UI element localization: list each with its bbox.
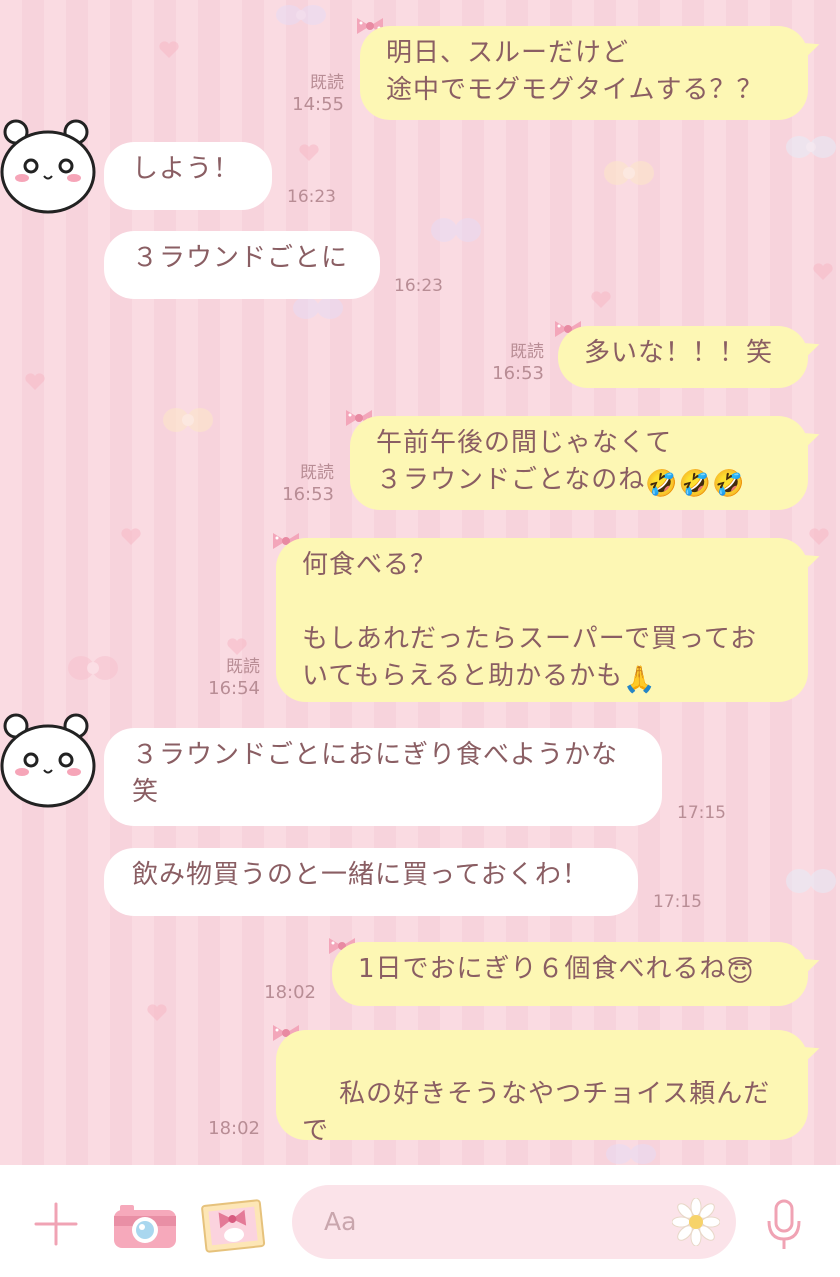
- message-text: 多いな！！！笑: [584, 338, 774, 368]
- bow-decoration-icon: [604, 161, 654, 185]
- incoming-message-bubble[interactable]: ３ラウンドごとにおにぎり食べようかな 笑: [104, 728, 662, 826]
- message-meta: 既読 16:53: [252, 463, 334, 505]
- message-text: 何食べる？ もしあれだったらスーパーで買ってお いてもらえると助かるかも: [302, 550, 758, 691]
- bow-decoration-icon: [786, 136, 836, 158]
- bow-decoration-icon: [786, 869, 836, 893]
- read-receipt: 既読: [310, 73, 344, 93]
- heart-decoration-icon: [121, 528, 141, 545]
- heart-decoration-icon: [159, 41, 179, 58]
- timestamp: 16:23: [287, 187, 336, 207]
- message-text: 午前午後の間じゃなくて ３ラウンドごとなのね: [376, 428, 673, 495]
- message-input-bar: Aa: [0, 1165, 840, 1277]
- photo-icon[interactable]: [200, 1197, 266, 1253]
- incoming-message-bubble[interactable]: ３ラウンドごとに: [104, 231, 380, 299]
- outgoing-message-bubble[interactable]: 午前午後の間じゃなくて ３ラウンドごとなのね🤣🤣🤣: [350, 416, 808, 510]
- message-input[interactable]: Aa: [292, 1185, 736, 1259]
- message-text: ３ラウンドごとにおにぎり食べようかな 笑: [132, 740, 619, 807]
- bear-avatar-icon[interactable]: [0, 712, 96, 808]
- outgoing-message-bubble[interactable]: 多いな！！！笑: [558, 326, 808, 388]
- incoming-message-bubble[interactable]: しよう！: [104, 142, 272, 210]
- message-text: 1日でおにぎり６個食べれるね: [358, 954, 727, 984]
- heart-decoration-icon: [25, 373, 45, 390]
- outgoing-message-bubble[interactable]: 私の好きそうなやつチョイス頼んだで: [276, 1030, 808, 1146]
- bear-avatar-icon[interactable]: [0, 118, 96, 214]
- timestamp: 16:53: [282, 484, 334, 505]
- camera-icon[interactable]: [112, 1202, 178, 1250]
- message-text: しよう！: [132, 154, 241, 184]
- bow-decoration-icon: [431, 218, 481, 242]
- daisy-sticker-icon[interactable]: [672, 1198, 720, 1246]
- plus-icon[interactable]: [32, 1200, 80, 1248]
- smiling-halo-emoji: 😇: [726, 958, 755, 988]
- outgoing-message-bubble[interactable]: 明日、スルーだけど 途中でモグモグタイムする？？: [360, 26, 808, 120]
- outgoing-message-bubble[interactable]: 何食べる？ もしあれだったらスーパーで買ってお いてもらえると助かるかも🙏: [276, 538, 808, 702]
- incoming-message-bubble[interactable]: 飲み物買うのと一緒に買っておくわ！: [104, 848, 638, 916]
- timestamp: 16:54: [208, 678, 260, 699]
- bow-decoration-icon: [276, 5, 326, 25]
- heart-decoration-icon: [591, 291, 611, 308]
- message-text: 私の好きそうなやつチョイス頼んだで: [302, 1079, 771, 1146]
- message-text: 明日、スルーだけど 途中でモグモグタイムする？？: [386, 38, 764, 105]
- timestamp: 16:53: [492, 363, 544, 384]
- bow-decoration-icon: [163, 408, 213, 432]
- timestamp: 17:15: [653, 892, 702, 912]
- timestamp: 16:23: [394, 276, 443, 296]
- timestamp: 14:55: [292, 94, 344, 115]
- heart-decoration-icon: [813, 263, 833, 280]
- heart-decoration-icon: [809, 528, 829, 545]
- timestamp: 18:02: [208, 1118, 260, 1139]
- message-text: 飲み物買うのと一緒に買っておくわ！: [132, 860, 589, 890]
- heart-decoration-icon: [227, 638, 247, 655]
- bow-decoration-icon: [68, 656, 118, 680]
- read-receipt: 既読: [226, 657, 260, 677]
- timestamp: 18:02: [264, 982, 316, 1003]
- timestamp: 17:15: [677, 803, 726, 823]
- chat-area[interactable]: 既読 14:55 明日、スルーだけど 途中でモグモグタイムする？？ しよう！ 1…: [0, 0, 840, 1165]
- message-meta: 既読 16:53: [460, 342, 544, 384]
- heart-decoration-icon: [147, 1004, 167, 1021]
- message-meta: 既読 14:55: [262, 73, 344, 115]
- folded-hands-emoji: 🙏: [623, 665, 657, 695]
- heart-decoration-icon: [299, 144, 319, 161]
- microphone-icon[interactable]: [764, 1197, 804, 1253]
- message-text: ３ラウンドごとに: [132, 243, 349, 273]
- read-receipt: 既読: [510, 342, 544, 362]
- outgoing-message-bubble[interactable]: 1日でおにぎり６個食べれるね😇: [332, 942, 808, 1006]
- message-meta: 既読 16:54: [178, 657, 260, 699]
- read-receipt: 既読: [300, 463, 334, 483]
- rolling-laughing-emoji: 🤣🤣🤣: [645, 469, 746, 499]
